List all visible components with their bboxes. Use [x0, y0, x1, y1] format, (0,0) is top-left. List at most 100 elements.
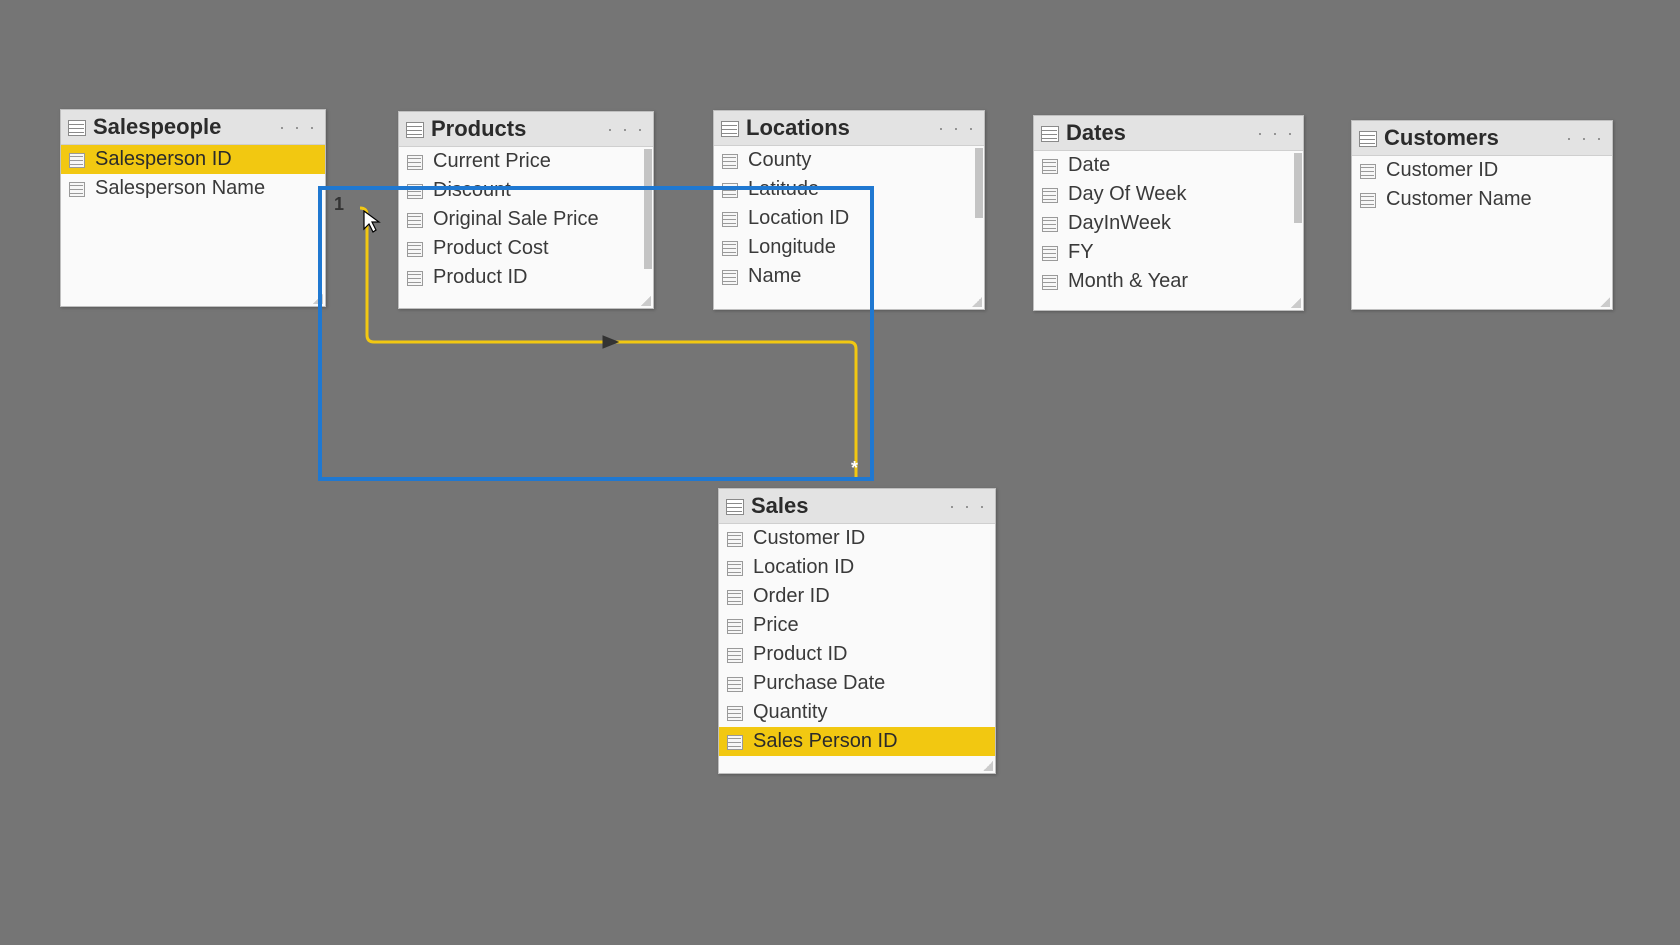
field-order-id[interactable]: Order ID — [719, 582, 995, 611]
field-label: Current Price — [433, 150, 551, 173]
table-menu-icon[interactable]: · · · — [605, 119, 647, 140]
table-title: Dates — [1066, 120, 1255, 146]
field-label: Longitude — [748, 236, 836, 259]
column-icon — [727, 589, 743, 605]
column-icon — [407, 270, 423, 286]
field-name[interactable]: Name — [714, 262, 984, 291]
table-title: Sales — [751, 493, 947, 519]
field-customer-name[interactable]: Customer Name — [1352, 185, 1612, 214]
field-date[interactable]: Date — [1034, 151, 1303, 180]
column-icon — [1042, 245, 1058, 261]
table-title: Products — [431, 116, 605, 142]
field-sales-person-id[interactable]: Sales Person ID — [719, 727, 995, 756]
table-header[interactable]: Dates · · · — [1034, 116, 1303, 151]
field-longitude[interactable]: Longitude — [714, 233, 984, 262]
column-icon — [722, 240, 738, 256]
field-discount[interactable]: Discount — [399, 176, 653, 205]
mouse-cursor-icon — [363, 210, 381, 234]
resize-grip[interactable] — [972, 297, 982, 307]
resize-grip[interactable] — [1291, 298, 1301, 308]
field-quantity[interactable]: Quantity — [719, 698, 995, 727]
field-list[interactable]: Customer ID Location ID Order ID Price P… — [719, 524, 995, 773]
column-icon — [407, 154, 423, 170]
field-county[interactable]: County — [714, 146, 984, 175]
field-latitude[interactable]: Latitude — [714, 175, 984, 204]
table-menu-icon[interactable]: · · · — [947, 496, 989, 517]
field-location-id[interactable]: Location ID — [714, 204, 984, 233]
model-canvas[interactable]: Salespeople · · · Salesperson ID Salespe… — [0, 0, 1680, 945]
field-purchase-date[interactable]: Purchase Date — [719, 669, 995, 698]
column-icon — [407, 183, 423, 199]
table-icon — [720, 119, 738, 137]
resize-grip[interactable] — [313, 294, 323, 304]
field-label: Original Sale Price — [433, 208, 599, 231]
field-label: Customer Name — [1386, 188, 1532, 211]
field-label: Location ID — [748, 207, 849, 230]
scrollbar[interactable] — [1294, 153, 1302, 223]
field-location-id[interactable]: Location ID — [719, 553, 995, 582]
field-fy[interactable]: FY — [1034, 238, 1303, 267]
column-icon — [407, 212, 423, 228]
table-customers[interactable]: Customers · · · Customer ID Customer Nam… — [1351, 120, 1613, 310]
column-icon — [722, 182, 738, 198]
field-month-year[interactable]: Month & Year — [1034, 267, 1303, 296]
field-list[interactable]: County Latitude Location ID Longitude Na… — [714, 146, 984, 309]
column-icon — [1042, 216, 1058, 232]
field-label: Quantity — [753, 701, 827, 724]
field-list[interactable]: Customer ID Customer Name — [1352, 156, 1612, 309]
table-menu-icon[interactable]: · · · — [1255, 123, 1297, 144]
table-header[interactable]: Locations · · · — [714, 111, 984, 146]
field-list[interactable]: Current Price Discount Original Sale Pri… — [399, 147, 653, 308]
field-customer-id[interactable]: Customer ID — [1352, 156, 1612, 185]
column-icon — [1042, 187, 1058, 203]
column-icon — [1042, 158, 1058, 174]
table-header[interactable]: Customers · · · — [1352, 121, 1612, 156]
field-product-id[interactable]: Product ID — [399, 263, 653, 292]
field-label: Location ID — [753, 556, 854, 579]
column-icon — [722, 211, 738, 227]
table-menu-icon[interactable]: · · · — [1564, 128, 1606, 149]
field-label: Purchase Date — [753, 672, 885, 695]
resize-grip[interactable] — [983, 761, 993, 771]
table-menu-icon[interactable]: · · · — [277, 117, 319, 138]
field-list[interactable]: Salesperson ID Salesperson Name — [61, 145, 325, 306]
scrollbar[interactable] — [975, 148, 983, 218]
column-icon — [727, 560, 743, 576]
field-label: Discount — [433, 179, 511, 202]
column-icon — [1360, 163, 1376, 179]
field-salesperson-id[interactable]: Salesperson ID — [61, 145, 325, 174]
table-sales[interactable]: Sales · · · Customer ID Location ID Orde… — [718, 488, 996, 774]
field-dayinweek[interactable]: DayInWeek — [1034, 209, 1303, 238]
scrollbar[interactable] — [644, 149, 652, 269]
table-menu-icon[interactable]: · · · — [936, 118, 978, 139]
column-icon — [727, 734, 743, 750]
table-header[interactable]: Products · · · — [399, 112, 653, 147]
cardinality-one: 1 — [334, 194, 344, 215]
field-current-price[interactable]: Current Price — [399, 147, 653, 176]
field-price[interactable]: Price — [719, 611, 995, 640]
table-title: Customers — [1384, 125, 1564, 151]
table-dates[interactable]: Dates · · · Date Day Of Week DayInWeek — [1033, 115, 1304, 311]
field-label: Latitude — [748, 178, 819, 201]
field-product-id[interactable]: Product ID — [719, 640, 995, 669]
table-header[interactable]: Salespeople · · · — [61, 110, 325, 145]
column-icon — [727, 705, 743, 721]
field-customer-id[interactable]: Customer ID — [719, 524, 995, 553]
column-icon — [69, 181, 85, 197]
field-list[interactable]: Date Day Of Week DayInWeek FY Month & Ye… — [1034, 151, 1303, 310]
table-products[interactable]: Products · · · Current Price Discount Or… — [398, 111, 654, 309]
field-original-sale-price[interactable]: Original Sale Price — [399, 205, 653, 234]
field-day-of-week[interactable]: Day Of Week — [1034, 180, 1303, 209]
table-icon — [725, 497, 743, 515]
column-icon — [722, 153, 738, 169]
table-header[interactable]: Sales · · · — [719, 489, 995, 524]
field-label: Day Of Week — [1068, 183, 1187, 206]
resize-grip[interactable] — [641, 296, 651, 306]
resize-grip[interactable] — [1600, 297, 1610, 307]
field-label: Month & Year — [1068, 270, 1188, 293]
table-icon — [67, 118, 85, 136]
table-salespeople[interactable]: Salespeople · · · Salesperson ID Salespe… — [60, 109, 326, 307]
field-product-cost[interactable]: Product Cost — [399, 234, 653, 263]
field-salesperson-name[interactable]: Salesperson Name — [61, 174, 325, 203]
table-locations[interactable]: Locations · · · County Latitude Location… — [713, 110, 985, 310]
